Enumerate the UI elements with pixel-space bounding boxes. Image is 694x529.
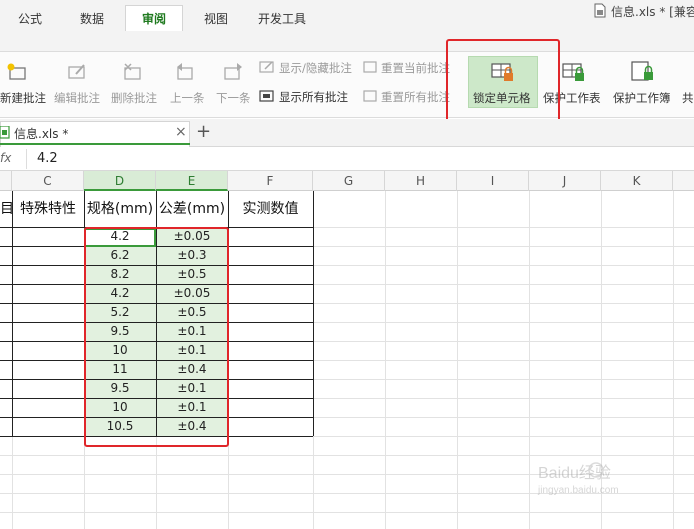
column-header-b[interactable] [0, 171, 12, 191]
delete-comment-icon [124, 63, 141, 80]
document-tab-underline [0, 143, 190, 145]
protect-workbook-icon [631, 61, 653, 81]
title-bar [0, 0, 694, 22]
next-comment-icon [224, 63, 242, 80]
column-header-c[interactable]: C [12, 171, 84, 191]
column-header-k[interactable]: K [601, 171, 673, 191]
share-workbook-button[interactable]: 共 [682, 90, 694, 106]
fx-icon[interactable]: fx [0, 151, 11, 165]
previous-comment-icon [177, 63, 193, 80]
show-hide-comment-button[interactable]: 显示/隐藏批注 [279, 60, 352, 76]
column-header-g[interactable]: G [313, 171, 385, 191]
reset-all-comments-icon [363, 90, 377, 102]
watermark-subtext: jingyan.baidu.com [537, 485, 619, 496]
watermark-text: Baidu经验 [538, 464, 611, 482]
column-header-j[interactable]: J [529, 171, 601, 191]
new-comment-icon [7, 63, 26, 80]
tab-data[interactable]: 数据 [80, 10, 104, 27]
edit-comment-button[interactable]: 编辑批注 [54, 90, 100, 106]
window-title: 信息.xls * [兼容 [611, 5, 694, 19]
column-header-d[interactable]: D [84, 171, 156, 191]
add-tab-icon[interactable]: + [196, 121, 211, 142]
column-header-h[interactable]: H [385, 171, 457, 191]
previous-comment-button[interactable]: 上一条 [170, 90, 205, 106]
formula-separator [26, 149, 27, 169]
next-comment-button[interactable]: 下一条 [216, 90, 251, 106]
header-spec: 规格(mm) [86, 201, 154, 217]
close-tab-icon[interactable]: × [175, 124, 187, 140]
delete-comment-button[interactable]: 删除批注 [111, 90, 157, 106]
baidu-watermark: Baidu经验 jingyan.baidu.com [537, 462, 619, 496]
ribbon-tabs [0, 22, 694, 52]
column-header-e[interactable]: E [156, 171, 228, 191]
reset-all-comments-button[interactable]: 重置所有批注 [381, 89, 450, 105]
show-hide-comment-icon [259, 61, 274, 73]
formula-bar [0, 147, 694, 171]
formula-input[interactable]: 4.2 [37, 151, 58, 166]
tab-developer[interactable]: 开发工具 [258, 10, 306, 27]
document-tab-label: 信息.xls * [14, 127, 69, 141]
tab-formulas[interactable]: 公式 [18, 10, 42, 27]
header-measured-value: 实测数值 [242, 201, 299, 217]
show-all-comments-icon [259, 90, 274, 102]
reset-current-comment-button[interactable]: 重置当前批注 [381, 60, 450, 76]
header-tolerance: 公差(mm) [158, 201, 226, 217]
edit-comment-icon [68, 64, 85, 79]
grid-row-line [0, 512, 694, 513]
tab-review[interactable]: 审阅 [142, 10, 166, 27]
tab-view[interactable]: 视图 [204, 10, 228, 27]
protect-workbook-button[interactable]: 保护工作簿 [613, 90, 671, 106]
new-comment-button[interactable]: 新建批注 [0, 90, 46, 106]
spreadsheet-file-icon [0, 126, 10, 139]
header-special-characteristics: 特殊特性 [20, 201, 76, 217]
column-header-i[interactable]: I [457, 171, 529, 191]
reset-current-comment-icon [363, 61, 377, 73]
highlight-box-lock-cell [446, 39, 560, 125]
highlight-box-table [84, 227, 229, 447]
file-icon [594, 3, 606, 18]
table-border-vertical [313, 191, 314, 436]
header-partial-b: 目 [0, 201, 14, 217]
protect-sheet-icon [562, 63, 584, 81]
grid-row-line [0, 455, 694, 456]
column-header-f[interactable]: F [228, 171, 313, 191]
show-all-comments-button[interactable]: 显示所有批注 [279, 89, 348, 105]
